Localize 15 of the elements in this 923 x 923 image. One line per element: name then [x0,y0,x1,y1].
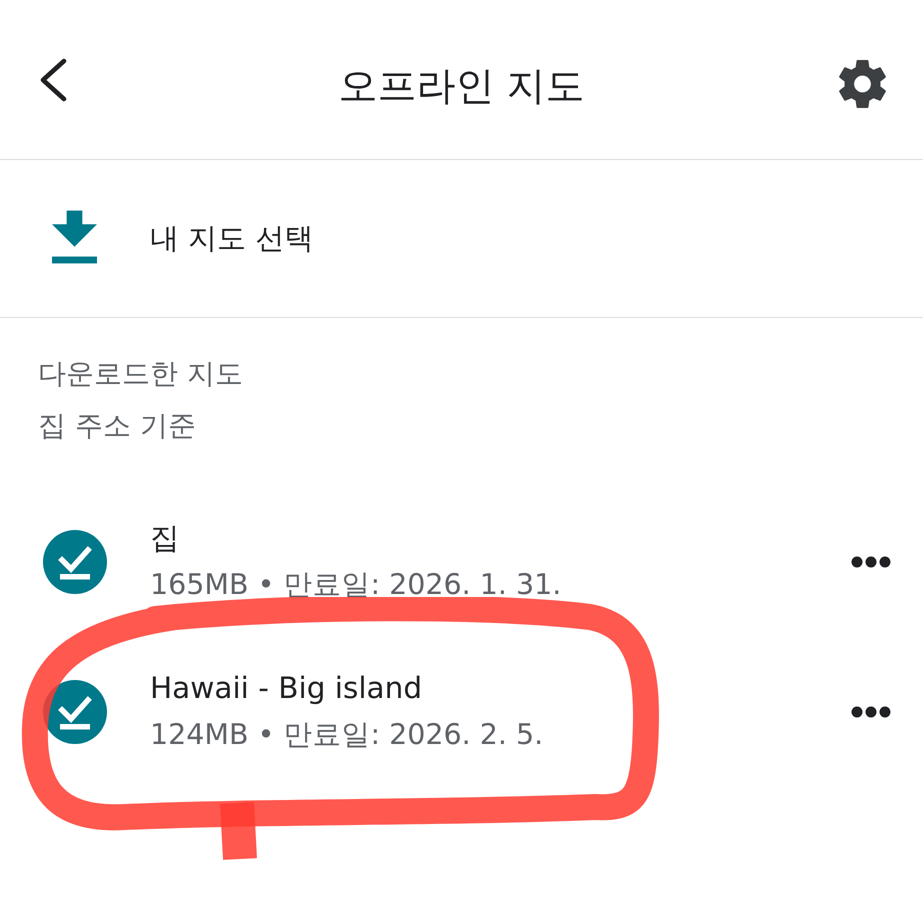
section-title: 다운로드한 지도 [38,356,244,392]
back-chevron-icon [38,58,68,102]
settings-button[interactable] [837,58,887,108]
section-subtitle: 집 주소 기준 [38,408,197,444]
select-my-maps-button[interactable]: 내 지도 선택 [0,160,923,318]
downloaded-check-icon [43,530,107,594]
settings-icon [838,60,886,108]
more-icon [851,556,891,568]
map-details: 165MB • 만료일: 2026. 1. 31. [150,567,562,603]
download-icon [52,210,97,264]
map-details: 124MB • 만료일: 2026. 2. 5. [150,717,544,753]
map-name: 집 [150,520,181,557]
more-icon [851,706,891,718]
map-name: Hawaii - Big island [150,670,424,707]
page-title: 오프라인 지도 [338,64,585,111]
